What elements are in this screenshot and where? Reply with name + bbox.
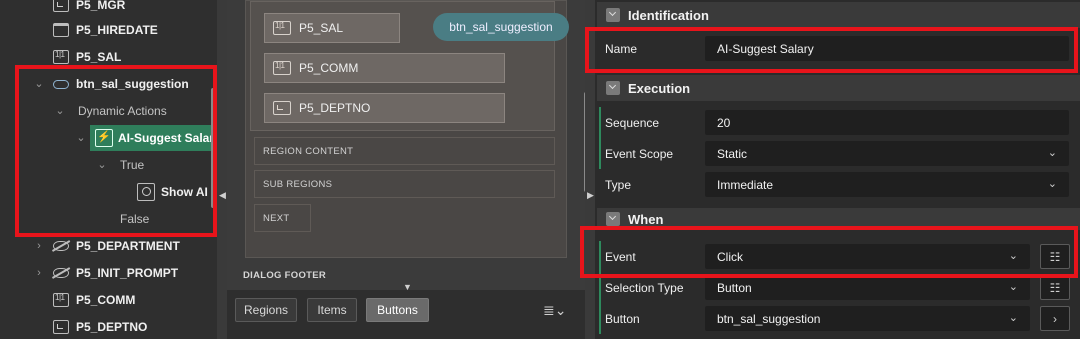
- chevron-down-icon: ⌄: [1047, 178, 1057, 190]
- expand-right-icon[interactable]: ▶: [587, 190, 594, 201]
- chevron-down-icon: ⌄: [1008, 281, 1018, 293]
- property-button: Button btn_sal_suggestion ⌄ ›: [597, 303, 1080, 334]
- tree-item-p5-mgr[interactable]: P5_MGR: [0, 0, 217, 18]
- go-to-button[interactable]: ›: [1040, 306, 1070, 331]
- layout-item-p5-deptno[interactable]: P5_DEPTNO: [264, 93, 505, 123]
- collapse-icon[interactable]: [606, 212, 620, 226]
- chevron-down-icon: ⌄: [1047, 147, 1057, 159]
- layout-item-p5-comm[interactable]: P5_COMM: [264, 53, 505, 83]
- position-region-content[interactable]: REGION CONTENT: [254, 137, 555, 165]
- date-picker-icon: [53, 23, 69, 37]
- tree-item-p5-hiredate[interactable]: P5_HIREDATE: [0, 17, 217, 43]
- hidden-item-icon: [53, 268, 69, 278]
- list-menu-icon[interactable]: ≣⌄: [543, 302, 566, 319]
- select-list-icon: [53, 320, 69, 334]
- chevron-down-icon: ⌄: [1008, 312, 1018, 324]
- layout-button-btn-sal-suggestion[interactable]: btn_sal_suggestion: [433, 13, 569, 41]
- tree-item-p5-comm[interactable]: P5_COMM: [0, 287, 217, 313]
- page-designer: P5_MGR P5_HIREDATE P5_SAL ⌄ btn_sal_sugg…: [0, 0, 1080, 339]
- section-execution[interactable]: Execution: [597, 75, 1080, 101]
- property-type: Type Immediate ⌄: [597, 169, 1080, 200]
- position-sub-regions[interactable]: SUB REGIONS: [254, 170, 555, 198]
- collapse-icon[interactable]: [606, 81, 620, 95]
- hidden-item-icon: [53, 241, 69, 251]
- number-field-icon: [273, 21, 291, 35]
- required-indicator: [599, 107, 601, 138]
- gallery-tabbar: Regions Items Buttons ≣⌄: [227, 290, 585, 339]
- number-field-icon: [53, 50, 69, 64]
- selection-type-select[interactable]: Button ⌄: [705, 275, 1030, 300]
- highlight-box-tree: [15, 65, 217, 237]
- number-field-icon: [53, 293, 69, 307]
- type-select[interactable]: Immediate ⌄: [705, 172, 1069, 197]
- sequence-field[interactable]: 20: [705, 110, 1069, 135]
- highlight-box-name: [585, 27, 1078, 73]
- number-field-icon: [273, 61, 291, 75]
- highlight-box-event: [580, 226, 1078, 278]
- required-indicator: [599, 303, 601, 334]
- required-indicator: [599, 138, 601, 169]
- list-of-values-button[interactable]: ☷: [1040, 275, 1070, 300]
- dialog-footer-label: DIALOG FOOTER: [243, 270, 327, 281]
- left-splitter[interactable]: ◀: [217, 0, 227, 339]
- chevron-right-icon[interactable]: ›: [34, 241, 44, 252]
- tab-regions[interactable]: Regions: [235, 298, 297, 322]
- event-scope-select[interactable]: Static ⌄: [705, 141, 1069, 166]
- property-event-scope: Event Scope Static ⌄: [597, 138, 1080, 169]
- layout-item-p5-sal[interactable]: P5_SAL: [264, 13, 400, 43]
- position-next[interactable]: NEXT: [254, 204, 311, 232]
- section-identification[interactable]: Identification: [597, 2, 1080, 28]
- select-list-icon: [53, 0, 69, 12]
- tree-item-p5-init-prompt[interactable]: › P5_INIT_PROMPT: [0, 260, 217, 286]
- chevron-right-icon[interactable]: ›: [34, 268, 44, 279]
- button-select[interactable]: btn_sal_suggestion ⌄: [705, 306, 1030, 331]
- tab-items[interactable]: Items: [307, 298, 357, 322]
- layout-canvas: P5_SAL btn_sal_suggestion P5_COMM P5_DEP…: [245, 0, 569, 258]
- collapse-icon[interactable]: [606, 8, 620, 22]
- layout-pane: P5_SAL btn_sal_suggestion P5_COMM P5_DEP…: [227, 0, 588, 339]
- select-list-icon: [273, 101, 291, 115]
- property-sequence: Sequence 20: [597, 107, 1080, 138]
- dialog-body-region: P5_SAL btn_sal_suggestion P5_COMM P5_DEP…: [250, 1, 569, 131]
- collapse-left-icon[interactable]: ◀: [219, 190, 226, 201]
- tab-buttons[interactable]: Buttons: [366, 298, 429, 322]
- tree-item-p5-deptno[interactable]: P5_DEPTNO: [0, 314, 217, 339]
